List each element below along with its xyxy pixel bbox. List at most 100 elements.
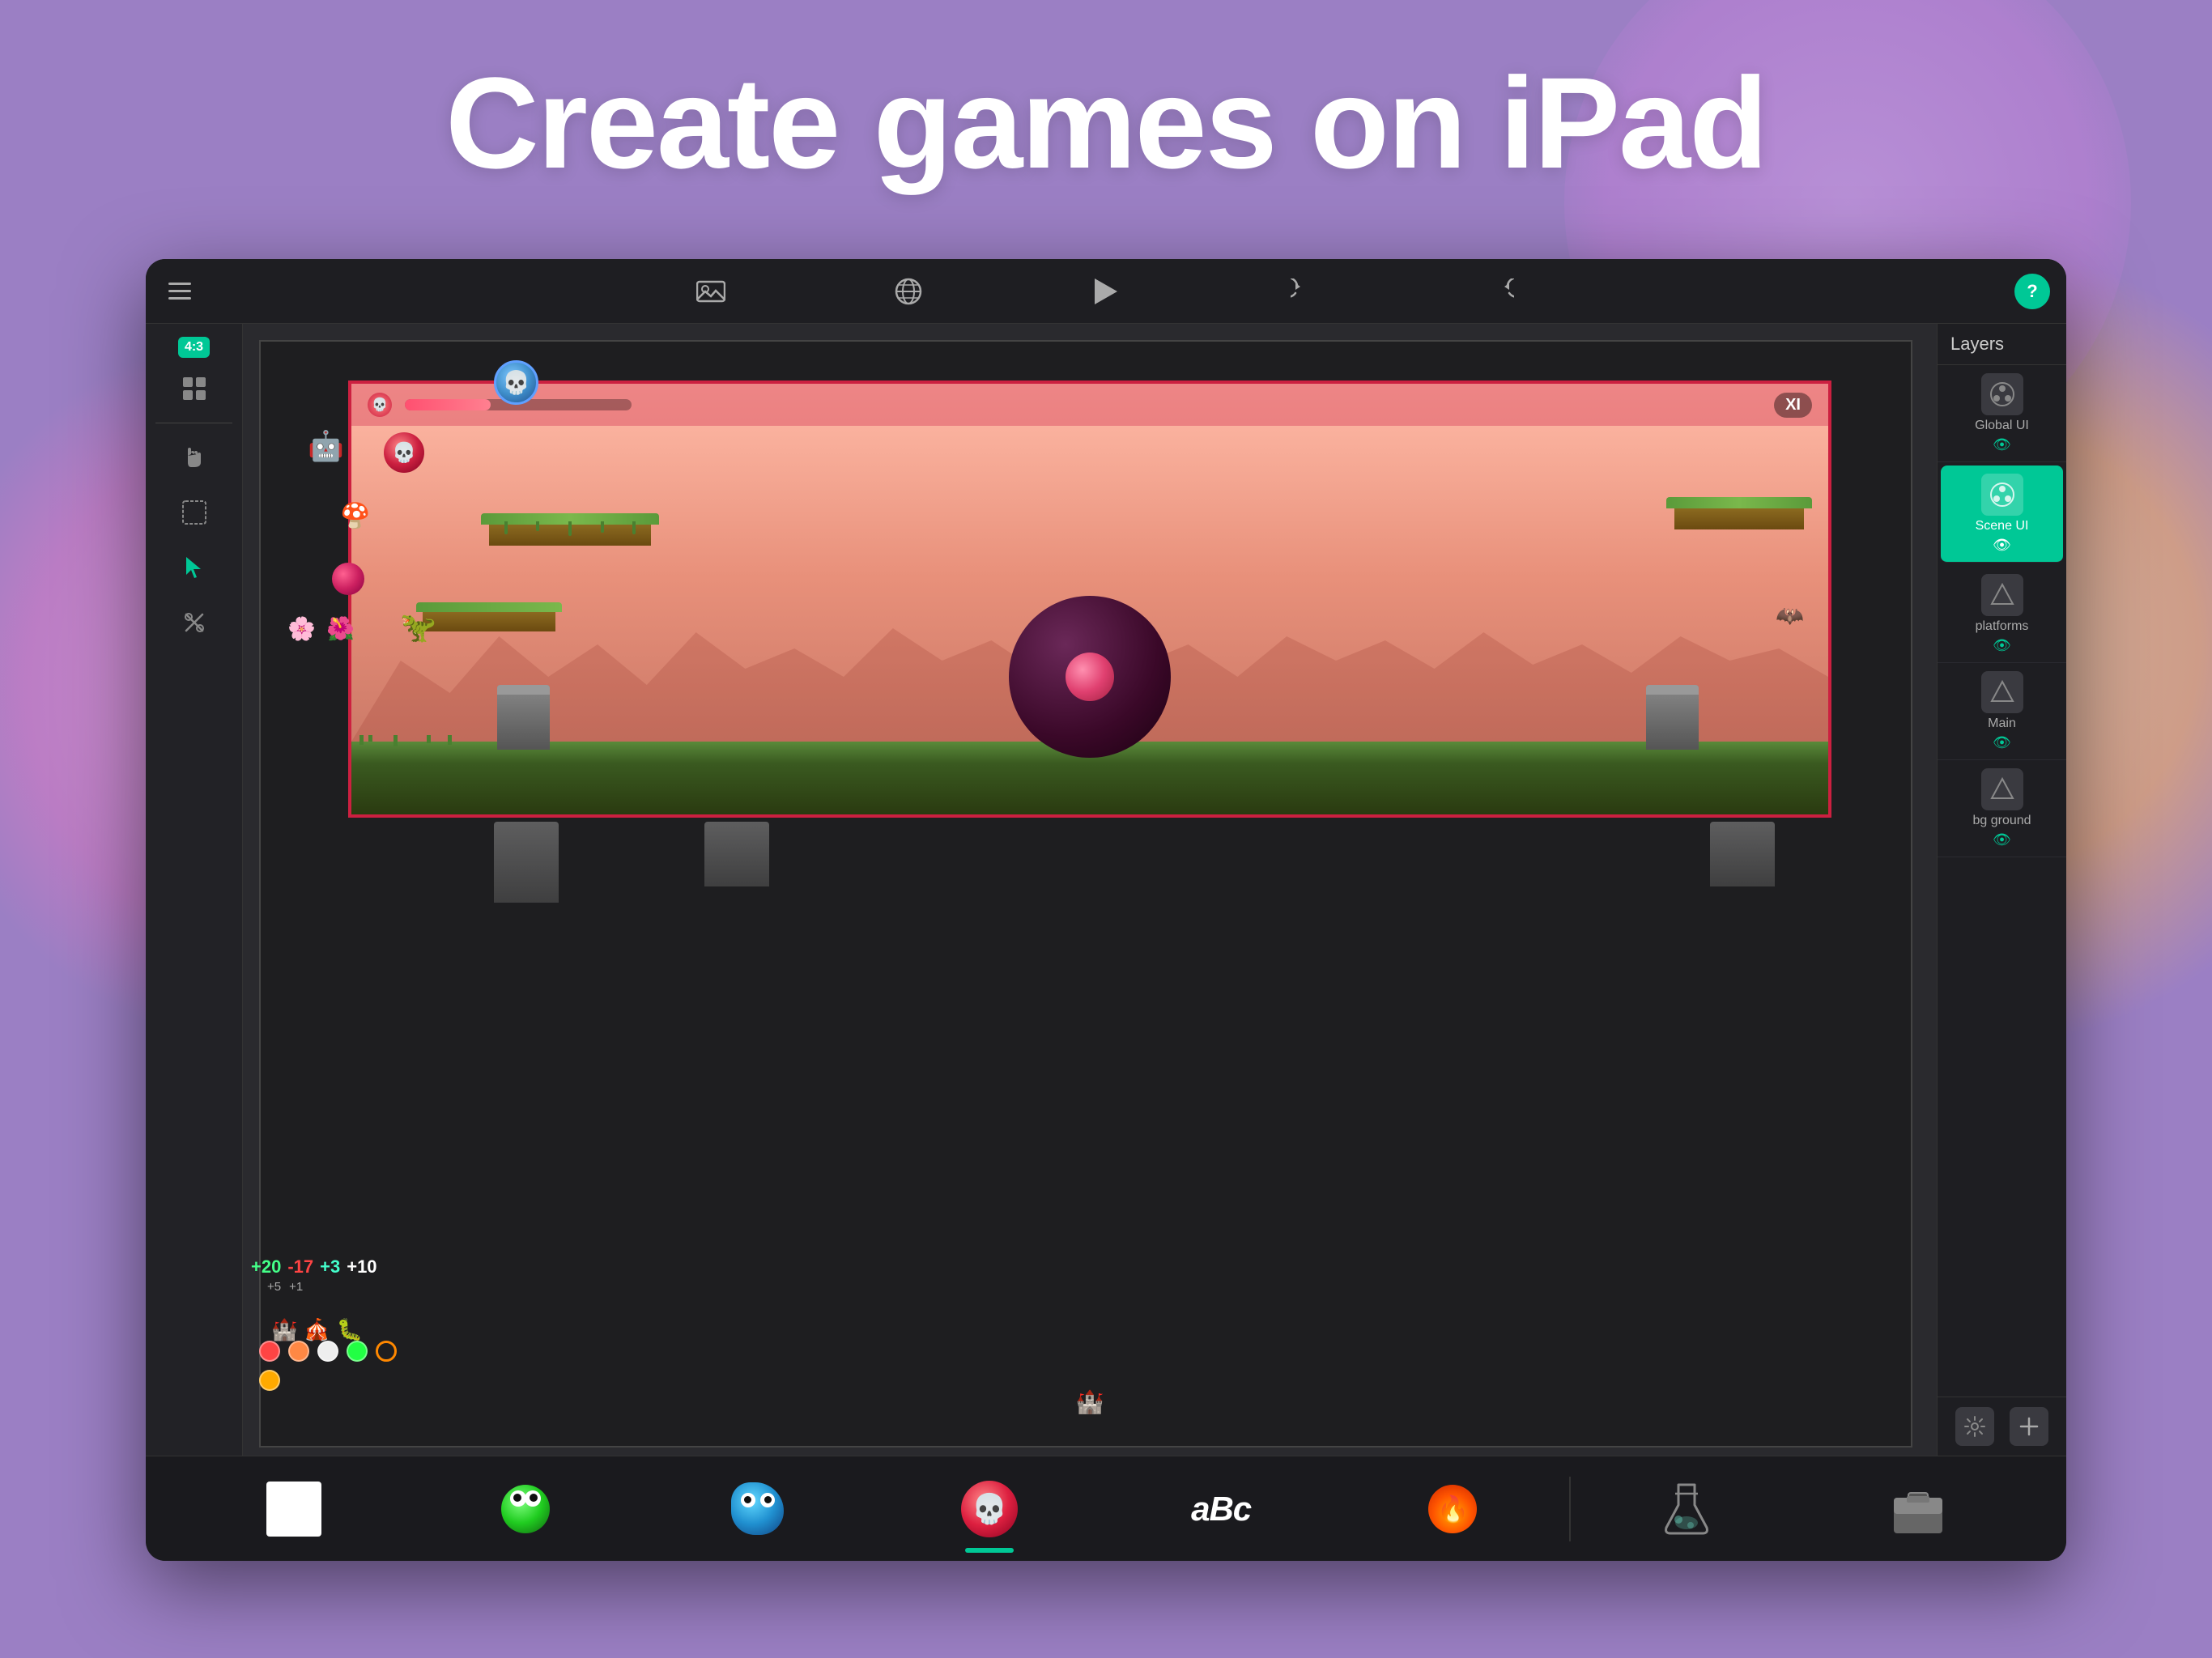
play-button[interactable] [1088,274,1124,309]
layer-bg-ground-visibility[interactable]: 👁 [1993,831,2011,848]
color-orange [288,1341,309,1362]
color-orange-outline [376,1341,397,1362]
layer-platforms-icon [1981,574,2023,616]
undo-button[interactable] [1286,274,1321,309]
dock-fire-creature[interactable]: 🔥 [1337,1456,1568,1561]
dock-asset-box[interactable] [1802,1456,2034,1561]
floating-skull: 💀 [384,432,424,473]
robot-enemy: 🤖 [308,429,344,463]
bottom-dock: 💀 aBc 🔥 [146,1456,2066,1561]
toolbar: ? [146,259,2066,324]
grid-tool[interactable] [170,364,219,413]
layer-platforms-label: platforms [1976,619,2029,634]
platform-3 [416,602,562,631]
dock-green-creature[interactable] [410,1456,641,1561]
dock-flask-icon [1654,1477,1719,1541]
bottom-center-sprite: 🏰 [1076,1388,1104,1415]
fire-creature-sprite: 🔥 [1424,1481,1481,1537]
abc-label: aBc [1191,1490,1251,1528]
layers-panel: Layers Global UI 👁 [1937,324,2066,1456]
layer-bg-ground-label: bg ground [1972,814,2031,828]
stone-pillar-2 [1646,685,1699,750]
dock-red-skull[interactable]: 💀 [874,1456,1105,1561]
platform-1 [481,513,659,546]
toolbar-center [259,274,1953,309]
main-content: 4:3 [146,324,2066,1456]
active-dock-indicator [965,1548,1014,1553]
layer-main-visibility[interactable]: 👁 [1993,734,2011,751]
health-fill [405,399,491,410]
aspect-ratio-badge[interactable]: 4:3 [178,337,210,358]
image-icon[interactable] [693,274,729,309]
boss-eye [1066,653,1114,701]
right-creature: 🦇 [1776,602,1804,629]
layer-main[interactable]: Main 👁 [1938,663,2066,760]
layer-platforms-visibility[interactable]: 👁 [1993,637,2011,654]
page-title: Create games on iPad [0,49,2212,198]
layer-global-ui-icon [1981,373,2023,415]
foundation-2 [704,822,769,886]
dock-blue-creature[interactable] [642,1456,874,1561]
layer-bg-ground-icon [1981,768,2023,810]
layer-scene-ui-label: Scene UI [1976,519,2029,534]
score-display: +20 -17 +3 +10 [251,1256,377,1278]
layer-global-ui-label: Global UI [1975,419,2029,433]
layer-global-ui[interactable]: Global UI 👁 [1938,365,2066,462]
foundation-1 [494,822,559,903]
green-creature-sprite [497,1481,554,1537]
layer-platforms[interactable]: platforms 👁 [1938,566,2066,663]
canvas-area[interactable]: 💀 XI [243,324,1937,1456]
color-red [259,1341,280,1362]
layers-bottom [1938,1397,2066,1456]
layer-scene-ui[interactable]: Scene UI 👁 [1941,466,2063,563]
layer-scene-ui-visibility[interactable]: 👁 [1993,537,2011,554]
toolbar-left [162,274,259,309]
dock-blue-creature-icon [725,1477,790,1541]
cursor-tool[interactable] [170,543,219,592]
blue-creature-sprite [730,1481,786,1537]
game-hud: 💀 XI [351,384,1828,426]
layers-settings-button[interactable] [1955,1407,1994,1446]
scissors-tool[interactable] [170,598,219,647]
dock-green-creature-icon [493,1477,558,1541]
layer-bg-ground[interactable]: bg ground 👁 [1938,760,2066,857]
layer-scene-ui-icon [1981,474,2023,516]
score-plus20: +20 [251,1256,281,1278]
dock-fire-creature-icon: 🔥 [1420,1477,1485,1541]
hand-tool[interactable] [170,433,219,482]
color-yellow [259,1370,280,1391]
color-palette [259,1341,413,1391]
skull-icon: 💀 [368,393,392,417]
orb-sprite [332,563,364,595]
layer-main-label: Main [1988,716,2016,731]
help-button[interactable]: ? [2014,274,2050,309]
dock-red-skull-icon: 💀 [957,1477,1022,1541]
dock-abc-icon: aBc [1189,1477,1253,1541]
left-sidebar: 4:3 [146,324,243,1456]
dock-asset-box-icon [1886,1477,1950,1541]
boss-creature [1009,596,1171,758]
globe-icon[interactable] [891,274,926,309]
flower-sprites: 🌸 🌺 [287,615,355,644]
small-scores: +5 +1 [267,1280,303,1294]
platform-2 [1666,497,1812,529]
stone-pillar-1 [497,685,550,750]
layers-add-button[interactable] [2010,1407,2048,1446]
red-skull-sprite: 💀 [961,1481,1018,1537]
character-sprites: 🏰 🎪 🐛 [271,1317,363,1342]
menu-icon[interactable] [162,274,198,309]
dock-white-sprite-icon [262,1477,326,1541]
foundation-3 [1710,822,1775,886]
layer-global-ui-visibility[interactable]: 👁 [1993,436,2011,453]
score-plus10: +10 [347,1256,376,1278]
layer-main-icon [1981,671,2023,713]
select-tool[interactable] [170,488,219,537]
asset-box-svg [1891,1482,1946,1537]
dock-abc-text[interactable]: aBc [1105,1456,1337,1561]
dock-white-sprite[interactable] [178,1456,410,1561]
flask-svg [1662,1481,1711,1537]
redo-button[interactable] [1483,274,1519,309]
skull-balloon: 💀 [494,360,538,405]
dock-flask[interactable] [1571,1456,1802,1561]
xi-label: XI [1774,393,1812,418]
